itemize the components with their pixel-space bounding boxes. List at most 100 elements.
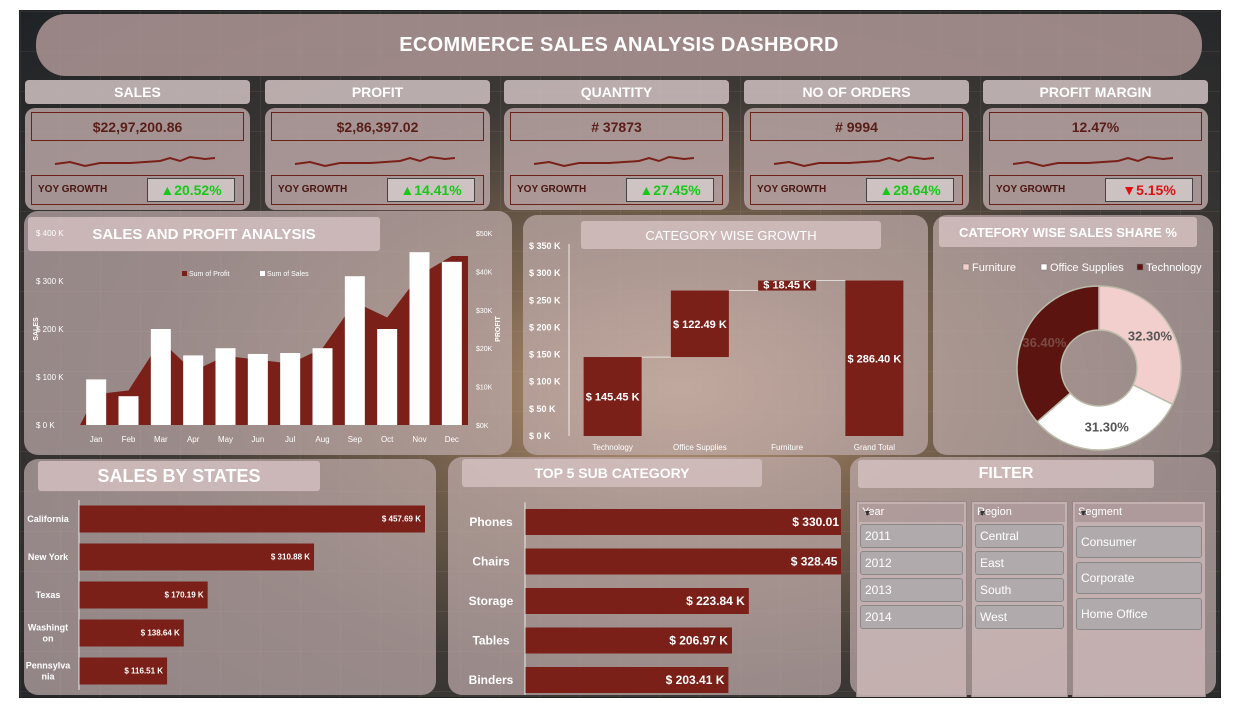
kpi-quantity-card: # 37873 YOY GROWTH ▲ 27.45% (504, 108, 729, 210)
legend-sales-swatch (260, 271, 265, 276)
legend-label: Furniture (972, 262, 1016, 274)
kpi-no-of-orders-sparkline (774, 155, 934, 168)
slicer-region: Region ≡ ▾ Central East South West (971, 501, 1068, 697)
x-tick-label: Apr (187, 435, 200, 444)
bar-data-label: $ 223.84 K (686, 594, 745, 608)
segment-option[interactable]: Consumer (1076, 526, 1202, 558)
sales-bar (312, 348, 333, 425)
y2-tick-label: $50K (476, 231, 493, 238)
sales-share-panel: CATEFORY WISE SALES SHARE % 32.30% 31.30%… (933, 215, 1213, 455)
kpi-profit-margin-sparkline (1013, 155, 1173, 168)
x-tick-label: Jun (251, 435, 264, 444)
bar-data-label: $ 170.19 K (165, 591, 204, 600)
kpi-sales-growth-label: YOY GROWTH (38, 184, 108, 195)
category-label: Storage (469, 594, 514, 608)
bar-data-label: $ 206.97 K (669, 634, 728, 648)
sales-bar (247, 353, 268, 425)
clear-filter-icon[interactable]: ▾ (980, 508, 985, 519)
category-label: Tables (472, 634, 509, 648)
sales-bar (86, 379, 107, 425)
category-label: Chairs (472, 555, 510, 569)
kpi-quantity-growth-badge: ▲ 27.45% (626, 178, 714, 202)
legend-swatch (1040, 263, 1048, 271)
sales-bar (344, 276, 365, 425)
triangle-down-icon: ▼ (1122, 182, 1137, 198)
y-tick-label: $ 300 K (529, 268, 561, 278)
year-option[interactable]: 2013 (860, 578, 963, 602)
year-option[interactable]: 2014 (860, 605, 963, 629)
category-label: Pennsylva (26, 661, 72, 671)
bar-data-label: $ 138.64 K (141, 629, 180, 638)
kpi-no-of-orders-card: # 9994 YOY GROWTH ▲ 28.64% (744, 108, 969, 210)
legend-profit-label: Sum of Profit (189, 271, 230, 278)
kpi-sales-growth-badge: ▲ 20.52% (147, 178, 235, 202)
kpi-no-of-orders-growth-label: YOY GROWTH (757, 184, 827, 195)
kpi-sales-growth-row: YOY GROWTH ▲ 20.52% (31, 175, 244, 205)
sales-bar (150, 329, 171, 425)
x-tick-label: Aug (315, 435, 329, 444)
donut-data-label: 31.30% (1085, 420, 1130, 435)
y2-tick-label: $0K (476, 423, 489, 430)
sales-by-states-chart: $ 457.69 K California $ 310.88 K New York $ … (26, 500, 425, 690)
kpi-profit-margin-label: PROFIT MARGIN (983, 80, 1208, 104)
x-tick-label: Dec (445, 435, 459, 444)
kpi-sales-sparkline (55, 155, 215, 168)
legend-swatch (962, 263, 970, 271)
sales-bar (409, 252, 430, 425)
x-tick-label: Furniture (771, 443, 804, 452)
category-label: New York (28, 552, 69, 562)
region-option[interactable]: Central (975, 524, 1064, 548)
x-tick-label: Jan (90, 435, 103, 444)
sales-by-states-panel: SALES BY STATES $ 457.69 K California $ 31… (24, 459, 436, 695)
y2-tick-label: $30K (476, 308, 493, 315)
waterfall-data-label: $ 122.49 K (673, 319, 727, 331)
kpi-no-of-orders-growth-badge: ▲ 28.64% (866, 178, 954, 202)
x-tick-label: Sep (348, 435, 363, 444)
top-sub-category-panel: TOP 5 SUB CATEGORY $ 330.01 KPhones$ 328… (448, 457, 841, 695)
x-tick-label: Feb (122, 435, 136, 444)
kpi-profit-growth-row: YOY GROWTH ▲ 14.41% (271, 175, 484, 205)
kpi-sales-value: $22,97,200.86 (31, 112, 244, 141)
y2-tick-label: $10K (476, 385, 493, 392)
x-tick-label: Office Supplies (673, 443, 727, 452)
clear-filter-icon[interactable]: ▾ (865, 508, 870, 519)
kpi-profit-growth-label: YOY GROWTH (278, 184, 348, 195)
region-option[interactable]: East (975, 551, 1064, 575)
clear-filter-icon[interactable]: ▾ (1081, 508, 1086, 519)
kpi-sales-growth-value: 20.52% (174, 182, 222, 198)
year-option[interactable]: 2011 (860, 524, 963, 548)
kpi-quantity-label: QUANTITY (504, 80, 729, 104)
region-option[interactable]: West (975, 605, 1064, 629)
legend-profit-swatch (182, 271, 187, 276)
sales-bar (280, 353, 301, 425)
kpi-profit-margin-growth-badge: ▼ 5.15% (1105, 178, 1193, 202)
bar-data-label: $ 310.88 K (271, 553, 310, 562)
kpi-quantity-value: # 37873 (510, 112, 723, 141)
top-sub-category-chart: $ 330.01 K Phones $ 328.45 K Chairs $ 223.84… (469, 502, 841, 695)
category-label: Texas (36, 590, 61, 600)
sales-bar (377, 329, 398, 425)
triangle-up-icon: ▲ (879, 182, 894, 198)
filter-title: FILTER (858, 460, 1154, 488)
segment-option[interactable]: Home Office (1076, 598, 1202, 630)
waterfall-data-label: $ 145.45 K (586, 392, 640, 404)
kpi-sales-label: SALES (25, 80, 250, 104)
category-growth-chart: $ 0 K $ 50 K $ 100 K $ 150 K $ 200 K $ 250 K $… (529, 241, 904, 452)
sales-profit-panel: SALES AND PROFIT ANALYSIS $ 0 K $ 100 K $ … (24, 211, 512, 455)
kpi-profit-margin-growth-value: 5.15% (1136, 182, 1176, 198)
donut-data-label: 32.30% (1128, 328, 1173, 343)
waterfall-data-label: $ 286.40 K (847, 353, 901, 365)
region-option[interactable]: South (975, 578, 1064, 602)
donut-slice (1016, 285, 1100, 423)
category-label: on (43, 634, 54, 644)
kpi-no-of-orders-value: # 9994 (750, 112, 963, 141)
segment-option[interactable]: Corporate (1076, 562, 1202, 594)
kpi-profit-margin-card: 12.47% YOY GROWTH ▼ 5.15% (983, 108, 1208, 210)
bar-data-label: $ 330.01 K (792, 515, 841, 529)
year-option[interactable]: 2012 (860, 551, 963, 575)
kpi-profit-sparkline (295, 155, 455, 168)
bar (79, 505, 425, 533)
dashboard-title: ECOMMERCE SALES ANALYSIS DASHBORD (36, 14, 1202, 76)
category-label: Washingt (28, 623, 68, 633)
x-tick-label: Mar (154, 435, 168, 444)
